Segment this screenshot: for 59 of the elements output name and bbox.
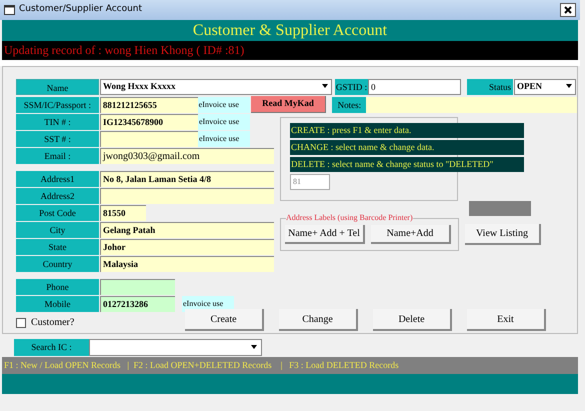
field-label: State xyxy=(16,239,99,255)
input-field[interactable] xyxy=(100,131,198,147)
close-button[interactable] xyxy=(560,3,576,17)
shortcut-bar: F1 : New / Load OPEN Records | F2 : Load OPEN+DELETED Records | F3 : Load DELETED Records xyxy=(2,357,578,374)
record-banner: Updating record of : wong Hien Khong ( ID# :81) xyxy=(2,41,578,60)
action-button[interactable]: Delete xyxy=(373,309,452,331)
field-label: SST # : xyxy=(16,131,99,147)
field-label: GSTID : xyxy=(335,78,368,94)
action-button[interactable]: Exit xyxy=(467,309,546,331)
label-print-button[interactable]: Name+Add xyxy=(371,225,451,244)
label-print-button[interactable]: Name+ Add + Tel xyxy=(285,225,365,244)
dropdown-icon xyxy=(250,345,258,350)
einvoice-note: eInvoice use xyxy=(198,131,250,147)
input-field[interactable]: Johor xyxy=(100,239,274,255)
field-label: Mobile xyxy=(16,296,99,312)
field-label: City xyxy=(16,222,99,238)
input-field[interactable]: IG12345678900 xyxy=(100,114,198,130)
field-label: Phone xyxy=(16,279,99,295)
ssm-field[interactable]: 881212125655 xyxy=(100,96,198,112)
status-combobox[interactable]: OPEN xyxy=(514,78,576,94)
email-field[interactable]: jwong0303@gmail.com xyxy=(100,148,274,164)
field-label: SSM/IC/Passport : xyxy=(16,96,99,112)
einvoice-note: eInvoice use xyxy=(198,96,250,112)
search-combobox[interactable] xyxy=(89,339,262,356)
dropdown-icon xyxy=(321,84,329,89)
field-label: Status xyxy=(467,78,513,94)
field-label: Post Code xyxy=(16,205,99,221)
status-block xyxy=(469,201,531,216)
group-title: Address Labels (using Barcode Printer) xyxy=(286,213,413,223)
action-button[interactable]: Change xyxy=(279,309,358,331)
name-combobox[interactable]: Wong Hxxx Kxxxx xyxy=(100,78,332,94)
field-label: Address1 xyxy=(16,171,99,187)
window-icon xyxy=(4,5,15,15)
input-field[interactable]: Gelang Patah xyxy=(100,222,274,238)
input-field[interactable]: Malaysia xyxy=(100,256,274,272)
customer-checkbox[interactable]: Customer? xyxy=(16,315,184,330)
einvoice-note: eInvoice use xyxy=(198,114,250,130)
close-icon xyxy=(564,6,572,14)
input-field[interactable] xyxy=(100,188,274,204)
input-field[interactable]: 0127213286 xyxy=(100,296,175,312)
field-label: Search IC : xyxy=(14,339,89,356)
window-title: Customer/Supplier Account xyxy=(19,3,144,16)
form-header: Customer & Supplier Account xyxy=(2,20,578,41)
dropdown-icon xyxy=(565,84,573,89)
field-label: Notes: xyxy=(332,96,366,112)
field-label: Name xyxy=(16,78,99,94)
field-label: TIN # : xyxy=(16,114,99,130)
field-label: Address2 xyxy=(16,188,99,204)
read-mykad-button[interactable]: Read MyKad xyxy=(250,96,326,113)
action-button[interactable]: Create xyxy=(185,309,264,331)
view-listing-button[interactable]: View Listing xyxy=(465,224,541,245)
input-field[interactable]: No 8, Jalan Laman Setia 4/8 xyxy=(100,171,274,187)
input-field[interactable]: 81550 xyxy=(100,205,146,221)
field-label: Country xyxy=(16,256,99,272)
input-field[interactable] xyxy=(100,279,175,295)
gstid-field[interactable]: 0 xyxy=(368,78,461,94)
field-label: Email : xyxy=(16,148,99,164)
notes-field[interactable] xyxy=(366,96,577,112)
record-id-field: 81 xyxy=(290,174,330,190)
